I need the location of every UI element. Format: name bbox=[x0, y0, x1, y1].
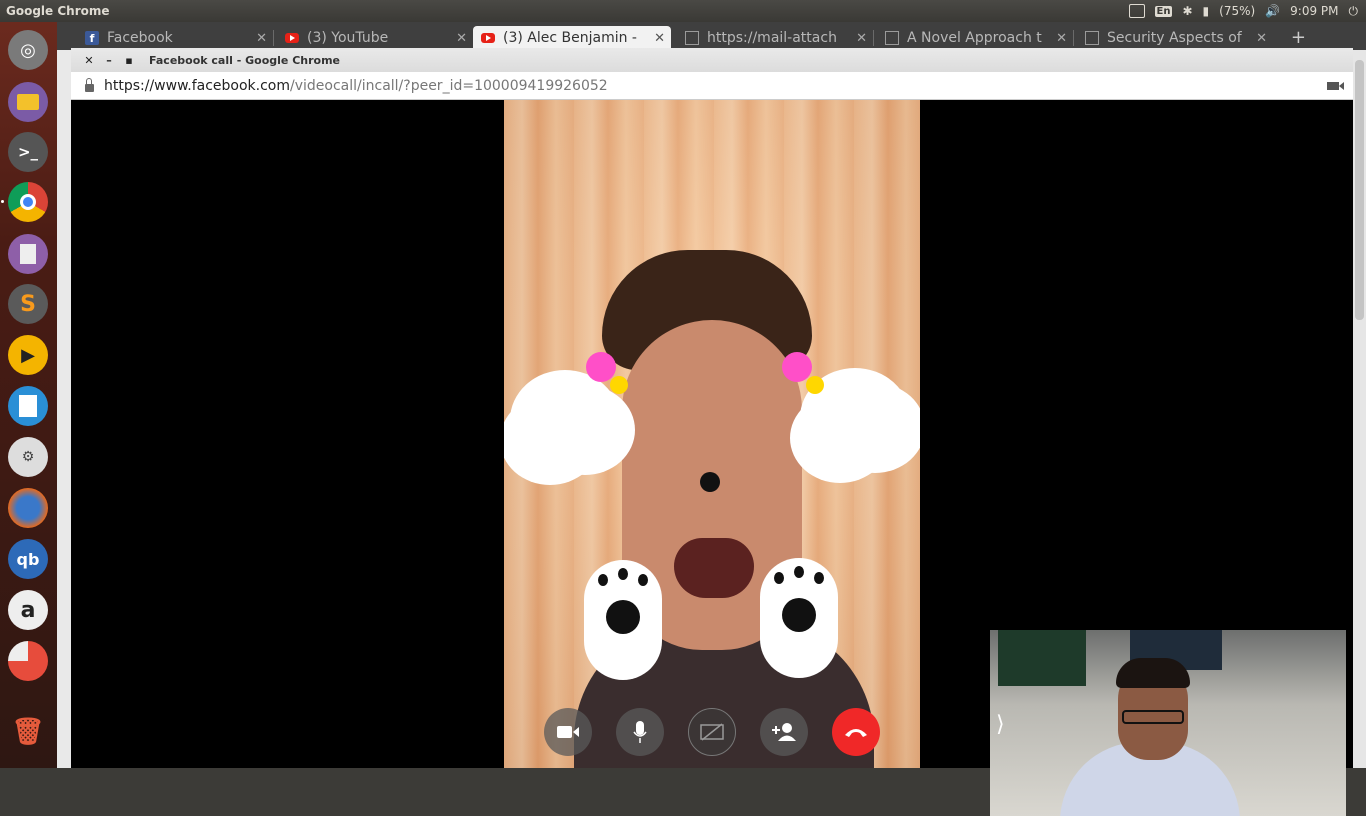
power-icon[interactable]: ⏻ bbox=[1349, 4, 1359, 19]
tab-novel-approach[interactable]: A Novel Approach t ✕ bbox=[877, 26, 1073, 50]
tab-close-icon[interactable]: ✕ bbox=[456, 31, 467, 46]
ubuntu-dash-icon[interactable]: ◎ bbox=[8, 30, 48, 70]
clock[interactable]: 9:09 PM bbox=[1290, 4, 1338, 18]
settings-toggle-icon[interactable]: ⚙ bbox=[8, 437, 48, 477]
page-scrollbar[interactable] bbox=[1353, 50, 1366, 768]
popup-title-bar: ✕ – ▪ Facebook call - Google Chrome bbox=[71, 48, 1353, 72]
add-person-icon bbox=[772, 723, 796, 741]
keyboard-layout-indicator[interactable]: En bbox=[1154, 5, 1173, 17]
filter-paw-right bbox=[760, 558, 838, 678]
microphone-icon bbox=[633, 721, 647, 743]
scrollbar-thumb[interactable] bbox=[1355, 60, 1364, 320]
filter-dog-nose bbox=[700, 472, 720, 492]
hang-up-icon bbox=[845, 729, 867, 737]
files-icon[interactable] bbox=[8, 82, 48, 122]
close-window-icon[interactable]: ✕ bbox=[79, 54, 99, 67]
document-icon bbox=[1085, 31, 1099, 45]
unity-launcher: ◎ >_ S ▶ ⚙ qb a 🗑 bbox=[0, 22, 57, 768]
video-call-stage: ⟩ bbox=[71, 100, 1353, 816]
terminal-icon[interactable]: >_ bbox=[8, 132, 48, 172]
tab-close-icon[interactable]: ✕ bbox=[856, 31, 867, 46]
bluetooth-icon[interactable]: ✱ bbox=[1182, 4, 1192, 18]
chrome-icon[interactable] bbox=[8, 182, 48, 222]
self-view-video[interactable]: ⟩ bbox=[990, 630, 1346, 816]
active-app-name: Google Chrome bbox=[6, 4, 110, 18]
tab-strip: f Facebook ✕ (3) YouTube ✕ (3) Alec Benj… bbox=[57, 22, 1366, 50]
new-tab-button[interactable]: + bbox=[1291, 27, 1306, 48]
disk-usage-icon[interactable] bbox=[8, 641, 48, 681]
firefox-icon[interactable] bbox=[8, 488, 48, 528]
media-player-icon[interactable]: ▶ bbox=[8, 335, 48, 375]
video-camera-icon bbox=[557, 726, 579, 738]
sublime-text-icon[interactable]: S bbox=[8, 284, 48, 324]
address-bar[interactable]: https://www.facebook.com/videocall/incal… bbox=[71, 72, 1353, 100]
tab-close-icon[interactable]: ✕ bbox=[1256, 31, 1267, 46]
toggle-mic-button[interactable] bbox=[616, 708, 664, 756]
document-icon bbox=[685, 31, 699, 45]
camera-permission-icon[interactable] bbox=[1327, 81, 1344, 90]
minimize-window-icon[interactable]: – bbox=[99, 54, 119, 67]
tab-security-aspects[interactable]: Security Aspects of ✕ bbox=[1077, 26, 1273, 50]
toggle-camera-button[interactable] bbox=[544, 708, 592, 756]
popup-title: Facebook call - Google Chrome bbox=[149, 53, 341, 67]
add-person-button[interactable] bbox=[760, 708, 808, 756]
tab-label: https://mail-attach bbox=[707, 30, 837, 46]
end-call-button[interactable] bbox=[832, 708, 880, 756]
volume-icon[interactable]: 🔊 bbox=[1265, 4, 1280, 18]
tab-label: A Novel Approach t bbox=[907, 30, 1042, 46]
tab-mail-attachment[interactable]: https://mail-attach ✕ bbox=[677, 26, 873, 50]
tab-alec-benjamin[interactable]: (3) Alec Benjamin - T ✕ bbox=[473, 26, 671, 50]
url-path: /videocall/incall/?peer_id=1000094199260… bbox=[290, 77, 608, 94]
tab-youtube[interactable]: (3) YouTube ✕ bbox=[277, 26, 473, 50]
tab-label: (3) Alec Benjamin - T bbox=[503, 30, 639, 46]
facebook-call-window: ✕ – ▪ Facebook call - Google Chrome http… bbox=[71, 48, 1353, 816]
tab-close-icon[interactable]: ✕ bbox=[654, 31, 665, 46]
text-document-icon[interactable] bbox=[8, 234, 48, 274]
tab-label: Facebook bbox=[107, 30, 173, 46]
screen-share-icon bbox=[700, 723, 724, 741]
network-icon[interactable] bbox=[1128, 4, 1145, 18]
system-top-bar: Google Chrome En ✱ ▮ (75%) 🔊 9:09 PM ⏻ bbox=[0, 0, 1366, 22]
text-editor-icon[interactable] bbox=[8, 386, 48, 426]
filter-paw-left bbox=[584, 560, 662, 680]
filter-flower-right bbox=[782, 352, 812, 382]
document-icon bbox=[885, 31, 899, 45]
tab-close-icon[interactable]: ✕ bbox=[256, 31, 267, 46]
facebook-icon: f bbox=[85, 31, 99, 45]
url-host: https://www.facebook.com bbox=[104, 77, 290, 94]
trash-icon[interactable]: 🗑 bbox=[8, 712, 48, 752]
battery-level: (75%) bbox=[1219, 4, 1256, 18]
qbittorrent-icon[interactable]: qb bbox=[8, 539, 48, 579]
filter-ear-left bbox=[510, 370, 620, 470]
tab-close-icon[interactable]: ✕ bbox=[1056, 31, 1067, 46]
tab-label: (3) YouTube bbox=[307, 30, 389, 46]
screen-share-button[interactable] bbox=[688, 708, 736, 756]
battery-icon[interactable]: ▮ bbox=[1203, 4, 1210, 18]
youtube-icon bbox=[481, 33, 495, 43]
tab-label: Security Aspects of bbox=[1107, 30, 1242, 46]
remote-video bbox=[504, 100, 920, 768]
filter-ear-right bbox=[800, 368, 910, 468]
lock-icon[interactable] bbox=[85, 77, 94, 92]
youtube-icon bbox=[285, 33, 299, 43]
amazon-icon[interactable]: a bbox=[8, 590, 48, 630]
call-controls bbox=[544, 708, 880, 756]
filter-flower-left bbox=[586, 352, 616, 382]
tab-facebook[interactable]: f Facebook ✕ bbox=[77, 26, 273, 50]
expand-arrow-icon[interactable]: ⟩ bbox=[996, 712, 1005, 737]
maximize-window-icon[interactable]: ▪ bbox=[119, 54, 139, 67]
